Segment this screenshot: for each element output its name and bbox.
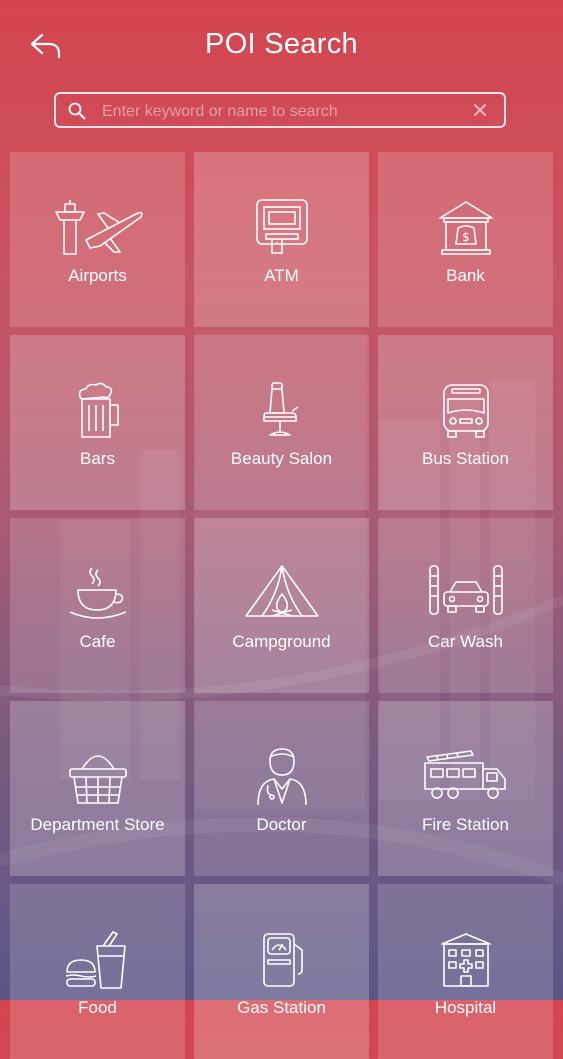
fire-truck-icon bbox=[423, 750, 506, 799]
airport-icon bbox=[54, 200, 143, 255]
category-label: ATM bbox=[264, 266, 299, 285]
category-tile-bars[interactable]: Bars bbox=[10, 335, 185, 510]
category-label: Campground bbox=[232, 632, 331, 651]
beer-mug-icon bbox=[78, 382, 119, 438]
category-label: Bank bbox=[446, 266, 485, 285]
bank-icon: $ bbox=[438, 201, 493, 255]
category-label: Hospital bbox=[434, 998, 497, 1017]
category-label: Airports bbox=[68, 266, 127, 285]
page-title: POI Search bbox=[205, 28, 358, 60]
category-tile-atm[interactable]: ATM bbox=[194, 152, 369, 327]
category-label: Gas Station bbox=[237, 998, 326, 1017]
category-label: Beauty Salon bbox=[230, 449, 333, 468]
atm-icon bbox=[255, 199, 308, 254]
category-tile-doctor[interactable]: Doctor bbox=[194, 701, 369, 876]
category-tile-gas-station[interactable]: Gas Station bbox=[194, 884, 369, 1059]
doctor-icon bbox=[256, 748, 307, 806]
hospital-icon bbox=[440, 933, 491, 987]
category-grid: Airports ATM $ Bank Bars Beauty Salon Bu… bbox=[10, 152, 554, 1059]
category-label: Fire Station bbox=[422, 815, 509, 834]
car-wash-icon bbox=[428, 565, 503, 615]
close-icon bbox=[474, 104, 486, 116]
coffee-cup-icon bbox=[69, 567, 126, 619]
category-label: Bars bbox=[80, 449, 115, 468]
category-tile-airports[interactable]: Airports bbox=[10, 152, 185, 327]
basket-icon bbox=[68, 755, 127, 804]
category-tile-hospital[interactable]: Hospital bbox=[378, 884, 553, 1059]
bus-icon bbox=[442, 384, 489, 438]
category-tile-bus-station[interactable]: Bus Station bbox=[378, 335, 553, 510]
category-label: Doctor bbox=[256, 815, 307, 834]
gas-pump-icon bbox=[262, 933, 303, 987]
category-label: Bus Station bbox=[422, 449, 509, 468]
search-bar bbox=[54, 92, 506, 128]
salon-chair-icon bbox=[262, 382, 298, 436]
category-label: Food bbox=[78, 998, 117, 1017]
svg-text:$: $ bbox=[462, 230, 470, 244]
tent-icon bbox=[244, 565, 319, 617]
fast-food-icon bbox=[65, 931, 126, 989]
category-label: Cafe bbox=[79, 632, 116, 651]
category-tile-food[interactable]: Food bbox=[10, 884, 185, 1059]
category-tile-beauty-salon[interactable]: Beauty Salon bbox=[194, 335, 369, 510]
category-label: Department Store bbox=[30, 815, 165, 834]
category-tile-fire-station[interactable]: Fire Station bbox=[378, 701, 553, 876]
category-label: Car Wash bbox=[428, 632, 503, 651]
category-tile-cafe[interactable]: Cafe bbox=[10, 518, 185, 693]
search-icon bbox=[68, 102, 86, 120]
clear-search-button[interactable] bbox=[470, 100, 490, 120]
category-tile-car-wash[interactable]: Car Wash bbox=[378, 518, 553, 693]
category-tile-bank[interactable]: $ Bank bbox=[378, 152, 553, 327]
category-tile-campground[interactable]: Campground bbox=[194, 518, 369, 693]
category-tile-department-store[interactable]: Department Store bbox=[10, 701, 185, 876]
header-bar: POI Search bbox=[0, 0, 563, 90]
search-input[interactable] bbox=[100, 97, 464, 127]
